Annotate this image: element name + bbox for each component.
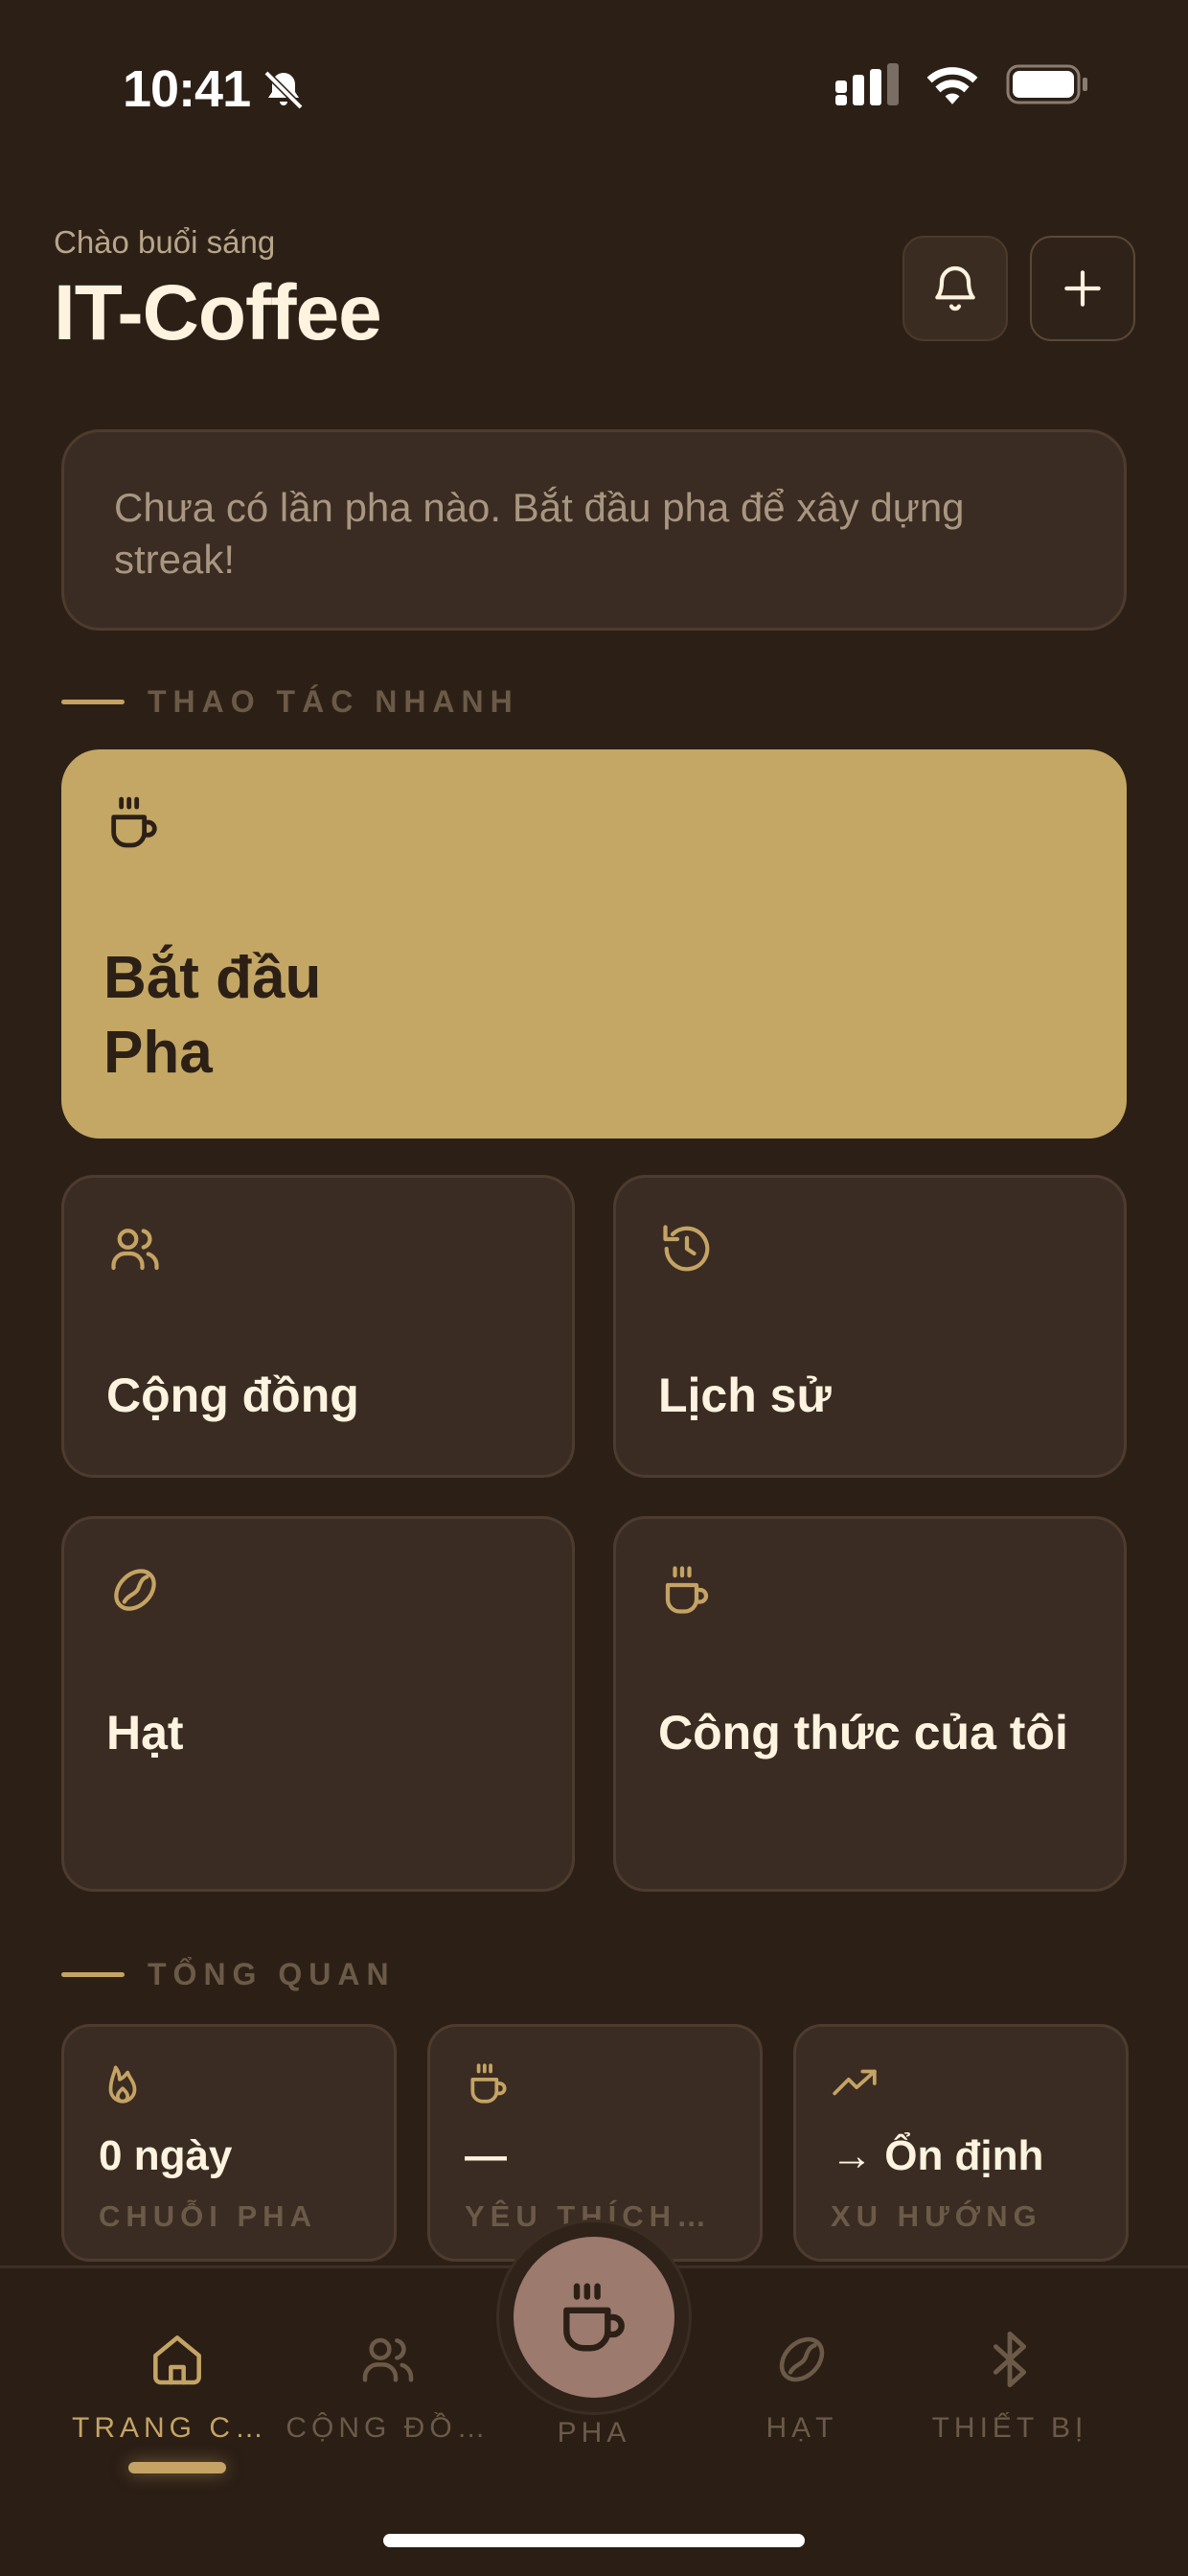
page-title: IT-Coffee — [54, 269, 382, 356]
greeting-text: Chào buổi sáng — [54, 224, 276, 260]
stat-trend-value: → Ổn định — [831, 2132, 1044, 2179]
section-accent-bar — [61, 1972, 125, 1977]
home-icon — [153, 2335, 201, 2385]
beans-card[interactable]: Hạt — [61, 1516, 575, 1892]
my-recipes-card[interactable]: Công thức của tôi — [613, 1516, 1127, 1892]
tab-home-label: TRANG CH… — [72, 2412, 283, 2444]
stat-trend-caption: XU HƯỚNG — [831, 2199, 1042, 2233]
start-brew-card[interactable]: Bắt đầu Pha — [61, 749, 1127, 1138]
notifications-button[interactable] — [902, 236, 1008, 341]
brew-fab-button[interactable] — [514, 2237, 674, 2398]
wifi-icon — [926, 67, 978, 104]
trending-up-icon — [833, 2069, 877, 2096]
tab-home[interactable]: TRANG CH… — [72, 2326, 283, 2445]
beans-label: Hạt — [106, 1706, 184, 1760]
bell-muted-icon — [263, 70, 304, 110]
coffee-cup-icon — [470, 2063, 507, 2104]
status-icons — [835, 63, 1088, 105]
section-overview: TỔNG QUAN — [61, 1957, 396, 1992]
coffee-cup-icon — [665, 1566, 709, 1614]
home-screen: 10:41 Chào buổi sáng IT-Coffee Chưa có l… — [0, 0, 1188, 2576]
bell-icon — [935, 265, 975, 311]
tab-brew-label: PHA — [557, 2417, 631, 2449]
tab-devices[interactable]: THIẾT BỊ — [904, 2326, 1115, 2445]
status-time: 10:41 — [123, 60, 251, 118]
tab-beans[interactable]: HẠT — [697, 2326, 907, 2445]
start-brew-title: Bắt đầu Pha — [103, 945, 322, 1086]
tab-community-label: CỘNG ĐỒ… — [286, 2412, 491, 2444]
streak-banner-text: Chưa có lần pha nào. Bắt đầu pha để xây … — [114, 485, 965, 582]
coffee-cup-icon — [563, 2283, 625, 2352]
flame-icon — [108, 2065, 137, 2104]
section-accent-bar — [61, 700, 125, 704]
tab-devices-label: THIẾT BỊ — [931, 2412, 1088, 2444]
plus-icon — [1064, 270, 1101, 307]
add-button[interactable] — [1030, 236, 1135, 341]
history-label: Lịch sử — [658, 1368, 832, 1422]
tab-beans-label: HẠT — [765, 2412, 838, 2444]
section-quick-actions: THAO TÁC NHANH — [61, 684, 519, 720]
home-indicator[interactable] — [383, 2534, 805, 2547]
history-icon — [663, 1225, 710, 1272]
bean-icon — [114, 1569, 156, 1611]
stat-streak-value: 0 ngày — [99, 2132, 233, 2179]
stat-streak[interactable]: 0 ngày CHUỖI PHA — [61, 2024, 397, 2262]
signal-icon — [835, 63, 899, 105]
streak-banner: Chưa có lần pha nào. Bắt đầu pha để xây … — [61, 429, 1127, 631]
community-card[interactable]: Cộng đồng — [61, 1175, 575, 1478]
users-icon — [111, 1229, 159, 1271]
section-title: TỔNG QUAN — [148, 1957, 396, 1991]
bean-icon — [779, 2336, 825, 2382]
history-card[interactable]: Lịch sử — [613, 1175, 1127, 1478]
my-recipes-label: Công thức của tôi — [658, 1706, 1068, 1760]
users-icon — [362, 2337, 414, 2382]
tab-community[interactable]: CỘNG ĐỒ… — [283, 2326, 493, 2445]
battery-icon — [1006, 64, 1087, 104]
active-tab-indicator — [128, 2462, 226, 2473]
stat-streak-caption: CHUỖI PHA — [99, 2199, 317, 2233]
community-label: Cộng đồng — [106, 1368, 359, 1422]
coffee-cup-icon — [111, 796, 157, 848]
bluetooth-icon — [993, 2331, 1027, 2388]
section-title: THAO TÁC NHANH — [148, 684, 519, 719]
stat-trend[interactable]: → Ổn định XU HƯỚNG — [793, 2024, 1129, 2262]
stat-favorite-value: — — [465, 2132, 507, 2179]
